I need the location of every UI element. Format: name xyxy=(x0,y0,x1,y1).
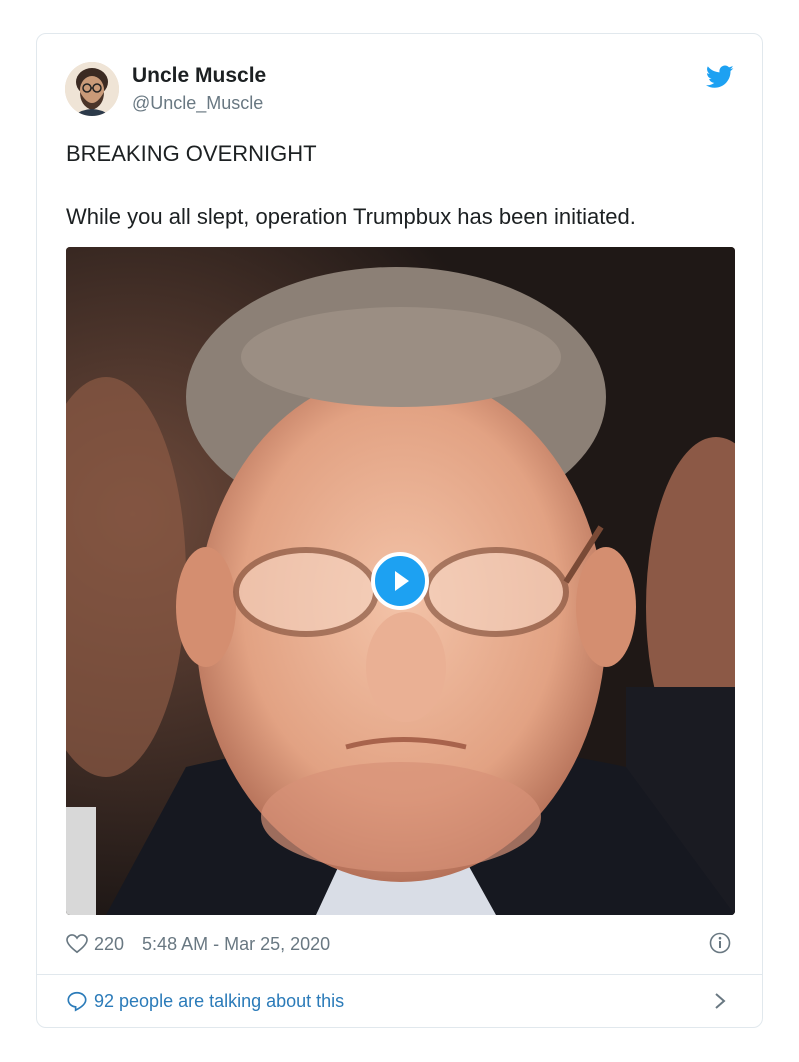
play-button[interactable] xyxy=(371,552,429,610)
video-thumbnail[interactable] xyxy=(66,247,735,915)
tweet-text-line-1: BREAKING OVERNIGHT xyxy=(66,141,317,166)
speech-bubble-icon xyxy=(67,991,87,1012)
chevron-right-icon[interactable] xyxy=(713,991,727,1011)
info-icon[interactable] xyxy=(709,932,731,954)
avatar-image xyxy=(65,62,119,116)
author-handle[interactable]: @Uncle_Muscle xyxy=(132,93,263,114)
divider xyxy=(37,974,762,975)
like-count[interactable]: 220 xyxy=(94,934,124,955)
conversation-text: 92 people are talking about this xyxy=(94,990,345,1011)
tweet-timestamp[interactable]: 5:48 AM - Mar 25, 2020 xyxy=(142,934,330,955)
tweet-meta: 220 5:48 AM - Mar 25, 2020 xyxy=(66,930,330,958)
conversation-link[interactable]: 92 people are talking about this xyxy=(66,986,344,1016)
tweet-text-line-2: While you all slept, operation Trumpbux … xyxy=(66,204,636,229)
play-icon xyxy=(395,571,409,591)
tweet-card: Uncle Muscle @Uncle_Muscle BREAKING OVER… xyxy=(36,33,763,1028)
avatar[interactable] xyxy=(65,62,119,116)
twitter-bird-icon[interactable] xyxy=(706,65,734,89)
heart-icon[interactable] xyxy=(66,934,88,954)
author-name[interactable]: Uncle Muscle xyxy=(132,64,266,88)
